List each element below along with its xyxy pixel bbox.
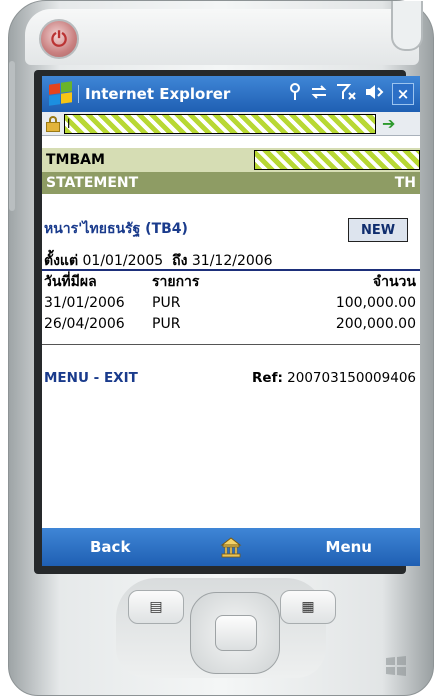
sync-icon[interactable] bbox=[310, 84, 328, 104]
transactions-table: วันที่มีผล รายการ จำนวน 31/01/2006 PUR 1… bbox=[42, 269, 420, 345]
connectivity-icon[interactable] bbox=[288, 83, 302, 105]
lock-icon bbox=[46, 115, 60, 132]
windows-logo-icon bbox=[384, 654, 408, 678]
row-amount: 200,000.00 bbox=[335, 315, 416, 332]
ref-label: Ref: bbox=[252, 370, 283, 386]
row-type: PUR bbox=[152, 294, 181, 311]
fund-name: หนาร'ไทยธนรัฐ (TB4) bbox=[44, 221, 188, 237]
address-value: l bbox=[67, 116, 71, 131]
device-screen: Internet Explorer × l ➔ TMBAM STATEMENT … bbox=[42, 76, 420, 566]
link-separator: - bbox=[88, 370, 104, 386]
softkey-bar: Back Menu bbox=[42, 528, 420, 566]
volume-icon[interactable] bbox=[364, 84, 384, 104]
row-type: PUR bbox=[152, 315, 181, 332]
contacts-icon: ▤ bbox=[149, 599, 163, 615]
date-from-label: ตั้งแต่ bbox=[44, 253, 79, 269]
header-effective-date: วันที่มีผล bbox=[44, 273, 97, 290]
no-signal-icon[interactable] bbox=[336, 83, 356, 105]
close-button[interactable]: × bbox=[392, 83, 414, 105]
fund-row: หนาร'ไทยธนรัฐ (TB4) NEW bbox=[42, 216, 420, 242]
row-date: 31/01/2006 bbox=[44, 294, 125, 311]
redacted-area bbox=[254, 150, 420, 170]
dpad-center-button[interactable] bbox=[215, 615, 257, 651]
navigation-pad[interactable] bbox=[190, 592, 280, 674]
table-row: 26/04/2006 PUR 200,000.00 bbox=[42, 313, 420, 334]
row-amount: 100,000.00 bbox=[335, 294, 416, 311]
calendar-icon: ▦ bbox=[301, 599, 315, 615]
statement-bar: STATEMENT TH bbox=[42, 172, 420, 194]
side-button[interactable] bbox=[9, 61, 15, 211]
language-toggle[interactable]: TH bbox=[395, 175, 416, 191]
table-row: 31/01/2006 PUR 100,000.00 bbox=[42, 292, 420, 313]
new-button[interactable]: NEW bbox=[348, 218, 408, 242]
date-from: 01/01/2005 bbox=[82, 253, 164, 269]
stylus-slot bbox=[391, 1, 423, 51]
power-icon: ⏻ bbox=[51, 27, 67, 51]
home-icon[interactable] bbox=[220, 536, 242, 558]
start-icon[interactable] bbox=[48, 81, 74, 106]
status-icons: × bbox=[288, 83, 414, 105]
right-hardware-button[interactable]: ▦ bbox=[280, 590, 336, 624]
title-bar: Internet Explorer × bbox=[42, 76, 420, 112]
table-header: วันที่มีผล รายการ จำนวน bbox=[42, 271, 420, 292]
power-button[interactable]: ⏻ bbox=[39, 19, 79, 59]
statement-label: STATEMENT bbox=[46, 175, 139, 191]
exit-link[interactable]: EXIT bbox=[104, 370, 138, 386]
ref-value: 200703150009406 bbox=[287, 370, 416, 386]
menu-link[interactable]: MENU bbox=[44, 370, 89, 386]
row-date: 26/04/2006 bbox=[44, 315, 125, 332]
app-title: Internet Explorer bbox=[78, 85, 230, 103]
left-hardware-button[interactable]: ▤ bbox=[128, 590, 184, 624]
date-to-label: ถึง bbox=[172, 253, 188, 269]
address-bar: l ➔ bbox=[42, 112, 420, 136]
address-input[interactable]: l bbox=[64, 113, 376, 134]
menu-softkey[interactable]: Menu bbox=[326, 538, 372, 556]
date-to: 31/12/2006 bbox=[191, 253, 273, 269]
back-softkey[interactable]: Back bbox=[90, 538, 130, 556]
footer-links: MENU - EXIT bbox=[44, 370, 138, 386]
hardware-buttons: ▤ ▦ bbox=[14, 578, 428, 688]
header-item: รายการ bbox=[152, 273, 200, 290]
header-amount: จำนวน bbox=[372, 273, 416, 290]
brand-bar: TMBAM bbox=[42, 148, 420, 172]
go-arrow-icon[interactable]: ➔ bbox=[382, 114, 395, 133]
brand-name: TMBAM bbox=[46, 152, 105, 168]
device-top-bezel bbox=[25, 9, 419, 65]
reference: Ref: 200703150009406 bbox=[252, 370, 416, 386]
